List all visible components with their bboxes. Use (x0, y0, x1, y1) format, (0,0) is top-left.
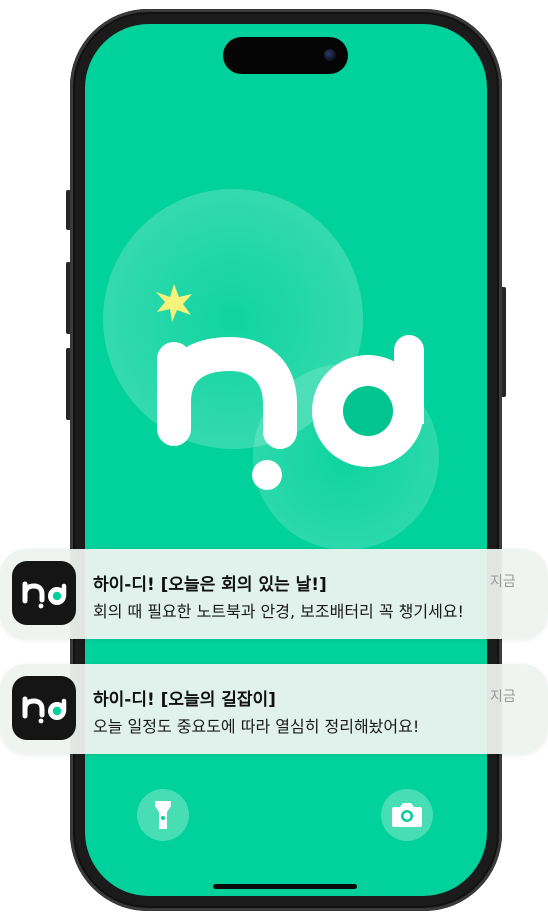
home-indicator[interactable] (213, 884, 357, 889)
notification-time: 지금 (490, 574, 516, 590)
hd-logo-icon (156, 284, 424, 490)
notification-body: 오늘 일정도 중요도에 따라 열심히 정리해놨어요! (93, 717, 420, 736)
hd-app-icon (12, 676, 76, 740)
front-camera (324, 49, 336, 61)
notification-card[interactable]: 하이-디! [오늘은 회의 있는 날!] 회의 때 필요한 노트북과 안경, 보… (0, 549, 548, 639)
notification-card[interactable]: 하이-디! [오늘의 길잡이] 오늘 일정도 중요도에 따라 열심히 정리해놨어… (0, 664, 548, 754)
hd-app-icon (12, 561, 76, 625)
flashlight-icon (155, 801, 171, 829)
notification-title: 하이-디! [오늘은 회의 있는 날!] (93, 575, 327, 595)
camera-icon (392, 803, 422, 827)
notification-title: 하이-디! [오늘의 길잡이] (93, 690, 276, 710)
flashlight-button[interactable] (137, 789, 189, 841)
dynamic-island (223, 37, 348, 74)
hd-logo-icon (22, 581, 67, 609)
hd-logo-icon (22, 696, 67, 724)
star-icon (156, 284, 192, 322)
camera-button[interactable] (381, 789, 433, 841)
notification-time: 지금 (490, 689, 516, 705)
lock-screen (85, 24, 487, 896)
notification-body: 회의 때 필요한 노트북과 안경, 보조배터리 꼭 챙기세요! (93, 602, 464, 621)
phone-mockup: 하이-디! [오늘은 회의 있는 날!] 회의 때 필요한 노트북과 안경, 보… (0, 0, 548, 920)
